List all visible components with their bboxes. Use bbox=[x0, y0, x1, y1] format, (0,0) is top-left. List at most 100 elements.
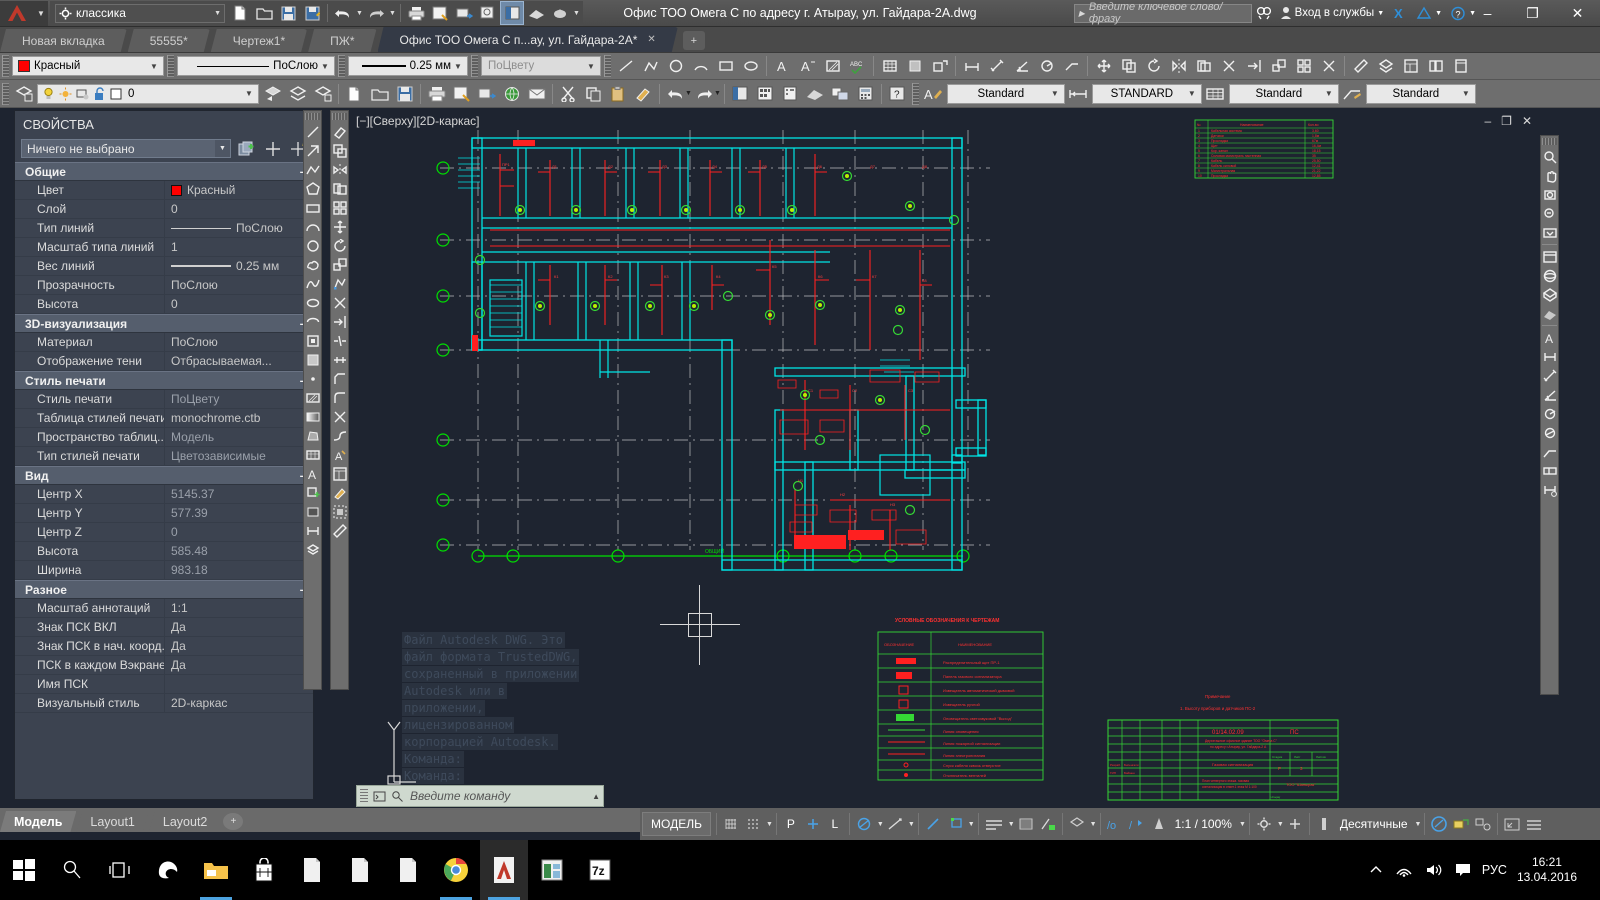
sheetset-button[interactable] bbox=[778, 82, 803, 106]
doc3-icon[interactable] bbox=[384, 840, 432, 900]
text-style-icon[interactable]: A bbox=[921, 82, 946, 106]
plot-button[interactable] bbox=[404, 1, 428, 25]
xref-button[interactable] bbox=[828, 82, 853, 106]
chrome-icon[interactable] bbox=[432, 840, 480, 900]
array-tool-v[interactable] bbox=[331, 198, 348, 217]
designcenter-tool[interactable] bbox=[1423, 54, 1448, 78]
extend-tool-v[interactable] bbox=[331, 312, 348, 331]
explorer-icon[interactable] bbox=[192, 840, 240, 900]
explode-tool[interactable] bbox=[1316, 54, 1341, 78]
layer-tool-v[interactable] bbox=[304, 540, 321, 559]
save-button[interactable] bbox=[276, 1, 300, 25]
offset-tool-v[interactable] bbox=[331, 179, 348, 198]
exchange-apps-button[interactable]: X bbox=[1388, 3, 1412, 23]
ortho-mode-button[interactable]: P bbox=[780, 811, 802, 837]
arc-tool[interactable] bbox=[688, 54, 713, 78]
line-tool-v[interactable] bbox=[304, 122, 321, 141]
file-tab-4[interactable]: Офис ТОО Омега С п...ау, ул. Гайдара-2A*… bbox=[378, 27, 678, 52]
snap-mode-button[interactable] bbox=[742, 811, 764, 837]
move-tool-v[interactable] bbox=[331, 217, 348, 236]
break-tool-v[interactable] bbox=[331, 331, 348, 350]
preview-button[interactable] bbox=[476, 1, 500, 25]
selcycle-dropdown-caret[interactable]: ▼ bbox=[1090, 821, 1097, 828]
print-preview-button[interactable] bbox=[449, 82, 474, 106]
matchprop-tool-v[interactable] bbox=[331, 483, 348, 502]
property-value[interactable]: Да bbox=[165, 639, 313, 653]
publish-toolbar-button[interactable] bbox=[474, 82, 499, 106]
trim-tool[interactable] bbox=[1216, 54, 1241, 78]
polar-tracking-button[interactable]: L bbox=[824, 811, 846, 837]
3dorbit-tool[interactable] bbox=[1541, 266, 1558, 285]
property-group-header[interactable]: 3D-визуализация– bbox=[15, 314, 313, 333]
plot-preview-button[interactable] bbox=[428, 1, 452, 25]
search-go-button[interactable] bbox=[1252, 3, 1276, 23]
properties-tool[interactable] bbox=[1398, 54, 1423, 78]
chevron-down-icon[interactable]: ▼ bbox=[451, 62, 465, 71]
command-search-icon[interactable] bbox=[390, 789, 404, 803]
new-file-button[interactable] bbox=[228, 1, 252, 25]
zoom-window-tool[interactable] bbox=[1541, 185, 1558, 204]
chevron-down-icon[interactable]: ▼ bbox=[214, 10, 221, 17]
autodesk-a360-button[interactable]: ▼ bbox=[1412, 3, 1446, 23]
property-value[interactable]: 5145.37 bbox=[165, 487, 313, 501]
statusbar-menu-button[interactable] bbox=[1523, 811, 1545, 837]
insert-block-tool[interactable] bbox=[927, 54, 952, 78]
measure-tool-v[interactable] bbox=[331, 521, 348, 540]
property-value[interactable]: 577.39 bbox=[165, 506, 313, 520]
volume-icon[interactable] bbox=[1424, 862, 1444, 878]
layout-toggle-button[interactable] bbox=[500, 1, 524, 25]
polyline-tool-v[interactable] bbox=[304, 160, 321, 179]
linetype-combo[interactable]: ПоСлою ▼ bbox=[177, 56, 335, 76]
dim-style-icon[interactable] bbox=[1066, 82, 1091, 106]
make-block-tool-v[interactable] bbox=[304, 350, 321, 369]
redo-dropdown-caret[interactable]: ▼ bbox=[388, 1, 397, 25]
polyline-tool[interactable] bbox=[638, 54, 663, 78]
redo-button[interactable] bbox=[364, 1, 388, 25]
render-vtool[interactable] bbox=[1541, 304, 1558, 323]
calculator-button[interactable] bbox=[853, 82, 878, 106]
table-style-icon[interactable] bbox=[1203, 82, 1228, 106]
ellipse-tool[interactable] bbox=[738, 54, 763, 78]
search-input[interactable]: ▶ Введите ключевое слово/фразу bbox=[1073, 1, 1252, 25]
minimize-button[interactable]: – bbox=[1465, 0, 1510, 26]
matchprops-button[interactable] bbox=[631, 82, 656, 106]
array-tool[interactable] bbox=[1291, 54, 1316, 78]
taskview-icon[interactable] bbox=[96, 840, 144, 900]
chevron-down-icon[interactable]: ▼ bbox=[215, 140, 230, 157]
textstyle-combo[interactable]: Standard ▼ bbox=[946, 83, 1065, 104]
lineweight-display-button[interactable] bbox=[1015, 811, 1037, 837]
restore-button[interactable]: ❐ bbox=[1510, 0, 1555, 26]
property-value[interactable]: 0.25 мм bbox=[165, 259, 313, 273]
extend-tool[interactable] bbox=[1241, 54, 1266, 78]
excel-icon[interactable] bbox=[528, 840, 576, 900]
dynamic-input-button[interactable] bbox=[982, 811, 1006, 837]
open-drawing-button[interactable] bbox=[367, 82, 392, 106]
autocad-logo-button[interactable] bbox=[0, 0, 34, 26]
grid-display-button[interactable] bbox=[720, 811, 742, 837]
render-button[interactable] bbox=[524, 1, 548, 25]
property-value[interactable]: 0 bbox=[165, 202, 313, 216]
tolerance-vtool[interactable] bbox=[1541, 461, 1558, 480]
ray-tool-v[interactable] bbox=[304, 141, 321, 160]
new-layout-button[interactable]: + bbox=[223, 813, 244, 830]
visual-style-tool[interactable] bbox=[1541, 285, 1558, 304]
hatch-tool-v[interactable] bbox=[304, 388, 321, 407]
app-menu-button[interactable] bbox=[548, 1, 572, 25]
dimstyle-combo[interactable]: STANDARD ▼ bbox=[1091, 83, 1202, 104]
rectangle-tool[interactable] bbox=[713, 54, 738, 78]
mleaderstyle-combo[interactable]: Standard ▼ bbox=[1365, 83, 1476, 104]
transparency-button[interactable] bbox=[1037, 811, 1059, 837]
units-dropdown-caret[interactable]: ▼ bbox=[1415, 821, 1422, 828]
revcloud-tool-v[interactable] bbox=[304, 255, 321, 274]
leader-tool[interactable] bbox=[1059, 54, 1084, 78]
new-tab-button[interactable]: + bbox=[682, 31, 705, 50]
fillet-tool-v[interactable] bbox=[331, 388, 348, 407]
point-tool-v[interactable] bbox=[304, 369, 321, 388]
gradient-tool-v[interactable] bbox=[304, 407, 321, 426]
toolbar-grip[interactable] bbox=[604, 55, 611, 77]
chevron-down-icon[interactable]: ▼ bbox=[1185, 89, 1199, 98]
language-indicator[interactable]: РУС bbox=[1482, 863, 1507, 877]
annotation-scale-value[interactable]: 1:1 / 100% bbox=[1170, 811, 1237, 837]
store-icon[interactable] bbox=[240, 840, 288, 900]
property-value[interactable]: ПоСлою bbox=[165, 335, 313, 349]
